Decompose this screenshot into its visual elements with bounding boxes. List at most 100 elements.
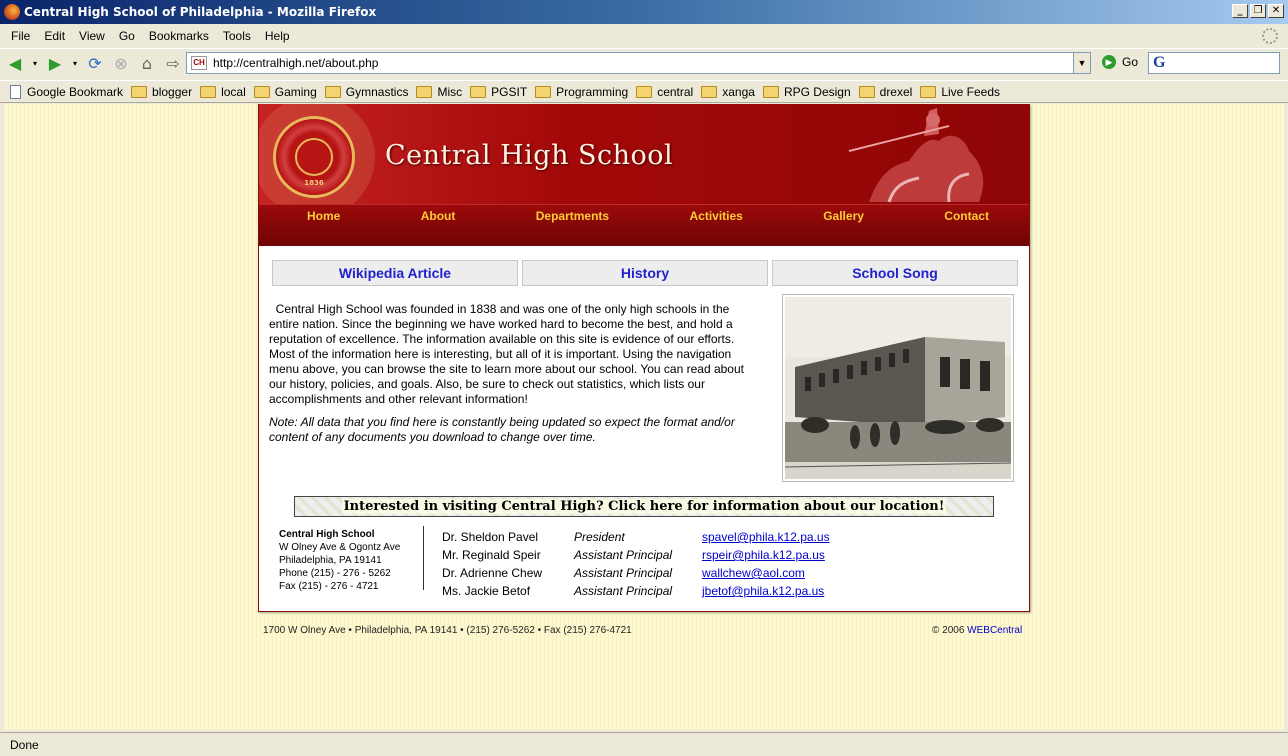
staff-row: Mr. Reginald Speir Assistant Principal r… bbox=[442, 546, 830, 564]
footer-copyright: © 2006 WEBCentral bbox=[932, 625, 1022, 636]
url-text[interactable]: http://centralhigh.net/about.php bbox=[213, 56, 378, 70]
menu-bookmarks[interactable]: Bookmarks bbox=[142, 29, 216, 43]
back-icon[interactable]: ◀ bbox=[4, 53, 26, 75]
bookmark-label: RPG Design bbox=[783, 84, 851, 99]
location-banner-link[interactable]: Interested in visiting Central High? Cli… bbox=[294, 496, 994, 517]
bookmark-label: central bbox=[657, 84, 694, 99]
webcentral-link[interactable]: WEBCentral bbox=[967, 625, 1022, 636]
close-button[interactable]: ✕ bbox=[1268, 4, 1284, 18]
folder-icon bbox=[253, 85, 270, 98]
staff-row: Dr. Adrienne Chew Assistant Principal wa… bbox=[442, 564, 830, 582]
bookmark-item[interactable]: PGSIT bbox=[470, 85, 527, 99]
staff-role: Assistant Principal bbox=[574, 548, 673, 562]
go-label: Go bbox=[1122, 55, 1139, 69]
window-title: Central High School of Philadelphia - Mo… bbox=[24, 5, 377, 19]
tab-history[interactable]: History bbox=[522, 260, 768, 286]
address-name: Central High School bbox=[279, 529, 375, 540]
address-fax: Fax (215) - 276 - 4721 bbox=[279, 581, 379, 592]
restore-button[interactable]: ❐ bbox=[1250, 4, 1266, 18]
minimize-button[interactable]: _ bbox=[1232, 4, 1248, 18]
tab-wikipedia-article[interactable]: Wikipedia Article bbox=[272, 260, 518, 286]
search-input[interactable]: G bbox=[1148, 52, 1280, 74]
bookmark-item[interactable]: Gaming bbox=[253, 84, 317, 99]
bookmark-item[interactable]: Live Feeds bbox=[920, 85, 1000, 99]
menu-file[interactable]: File bbox=[4, 29, 37, 43]
firefox-icon bbox=[4, 4, 20, 20]
staff-name: Dr. Adrienne Chew bbox=[442, 566, 543, 580]
folder-icon bbox=[324, 85, 341, 98]
staff-name: Ms. Jackie Betof bbox=[442, 584, 531, 598]
staff-email-link[interactable]: jbetof@phila.k12.pa.us bbox=[702, 584, 824, 598]
folder-icon bbox=[701, 85, 718, 98]
knight-logo-icon bbox=[848, 108, 984, 203]
back-dropdown-icon[interactable]: ▾ bbox=[30, 53, 40, 75]
menu-view[interactable]: View bbox=[72, 29, 112, 43]
staff-email-link[interactable]: rspeir@phila.k12.pa.us bbox=[702, 548, 825, 562]
url-dropdown-icon[interactable]: ▼ bbox=[1073, 53, 1090, 73]
menu-help[interactable]: Help bbox=[258, 29, 297, 43]
bookmark-label: Gaming bbox=[274, 84, 317, 99]
menu-edit[interactable]: Edit bbox=[37, 29, 72, 43]
bookmark-item[interactable]: Gymnastics bbox=[324, 85, 408, 99]
nav-gallery[interactable]: Gallery bbox=[823, 209, 864, 246]
folder-icon bbox=[200, 85, 217, 98]
site-banner: 1836 Central High School bbox=[259, 104, 1029, 204]
home-icon[interactable]: ⌂ bbox=[136, 53, 158, 75]
copyright-text: © 2006 bbox=[932, 625, 968, 636]
about-tabs: Wikipedia Article History School Song bbox=[272, 260, 1018, 286]
forward-icon[interactable]: ▶ bbox=[44, 53, 66, 75]
bookmark-item[interactable]: local bbox=[200, 85, 246, 99]
reload-icon[interactable]: ⟳ bbox=[84, 53, 106, 75]
footer-address: 1700 W Olney Ave • Philadelphia, PA 1914… bbox=[263, 625, 632, 636]
folder-icon bbox=[131, 85, 148, 98]
forward-dropdown-icon[interactable]: ▾ bbox=[70, 53, 80, 75]
address-phone: Phone (215) - 276 - 5262 bbox=[279, 568, 391, 579]
folder-icon bbox=[762, 85, 779, 98]
bookmark-label: Live Feeds bbox=[941, 84, 1001, 99]
navigation-toolbar: ◀ ▾ ▶ ▾ ⟳ ⊗ ⌂ ⇨ CH http://centralhigh.ne… bbox=[0, 48, 1288, 78]
bookmark-item[interactable]: xanga bbox=[701, 85, 755, 99]
nav-about[interactable]: About bbox=[421, 209, 456, 246]
nav-departments[interactable]: Departments bbox=[536, 209, 609, 246]
staff-name: Mr. Reginald Speir bbox=[442, 548, 541, 562]
staff-email-link[interactable]: spavel@phila.k12.pa.us bbox=[702, 530, 830, 544]
url-bar[interactable]: CH http://centralhigh.net/about.php ▼ bbox=[186, 52, 1091, 74]
folder-icon bbox=[416, 85, 433, 98]
bookmark-item[interactable]: Programming bbox=[535, 85, 628, 99]
contact-divider bbox=[423, 526, 424, 590]
bookmark-item[interactable]: Misc bbox=[416, 85, 462, 99]
nav-activities[interactable]: Activities bbox=[689, 209, 742, 246]
tab-school-song[interactable]: School Song bbox=[772, 260, 1018, 286]
bookmark-item[interactable]: RPG Design bbox=[762, 84, 851, 99]
window-titlebar: Central High School of Philadelphia - Mo… bbox=[0, 0, 1288, 24]
folder-icon bbox=[636, 85, 653, 98]
bookmark-item[interactable]: central bbox=[636, 85, 693, 99]
bookmark-label: blogger bbox=[152, 84, 193, 99]
menu-bar: File Edit View Go Bookmarks Tools Help bbox=[0, 26, 1288, 46]
main-navigation: Home About Departments Activities Galler… bbox=[259, 204, 1029, 246]
site-container: 1836 Central High School Home About Depa… bbox=[258, 104, 1030, 612]
go-button[interactable]: ▶ Go bbox=[1102, 55, 1138, 69]
bookmark-item[interactable]: blogger bbox=[131, 85, 192, 99]
bookmark-item[interactable]: Google Bookmark bbox=[10, 84, 124, 99]
menu-tools[interactable]: Tools bbox=[216, 29, 258, 43]
bookmark-label: Google Bookmark bbox=[27, 84, 124, 99]
staff-directory: Dr. Sheldon Pavel President spavel@phila… bbox=[442, 528, 830, 600]
page-viewport: 1836 Central High School Home About Depa… bbox=[4, 104, 1284, 730]
bookmark-item[interactable]: drexel bbox=[858, 85, 912, 99]
nav-home[interactable]: Home bbox=[307, 209, 340, 246]
location-banner-text: Interested in visiting Central High? Cli… bbox=[341, 499, 947, 514]
stop-icon[interactable]: ⊗ bbox=[110, 53, 132, 75]
folder-icon bbox=[920, 85, 937, 98]
throbber-icon bbox=[1262, 28, 1278, 44]
staff-row: Dr. Sheldon Pavel President spavel@phila… bbox=[442, 528, 830, 546]
google-search-icon[interactable]: G bbox=[1153, 54, 1165, 72]
nav-contact[interactable]: Contact bbox=[944, 209, 989, 246]
bookmarks-toolbar: Google Bookmark blogger local Gaming Gymnast… bbox=[0, 80, 1288, 103]
status-text: Done bbox=[10, 737, 39, 752]
staff-email-link[interactable]: wallchew@aol.com bbox=[702, 566, 805, 580]
bookmark-label: local bbox=[221, 84, 246, 99]
menu-go[interactable]: Go bbox=[112, 29, 142, 43]
go-to-page-icon[interactable]: ⇨ bbox=[162, 53, 184, 75]
address-line1: W Olney Ave & Ogontz Ave bbox=[279, 542, 401, 553]
